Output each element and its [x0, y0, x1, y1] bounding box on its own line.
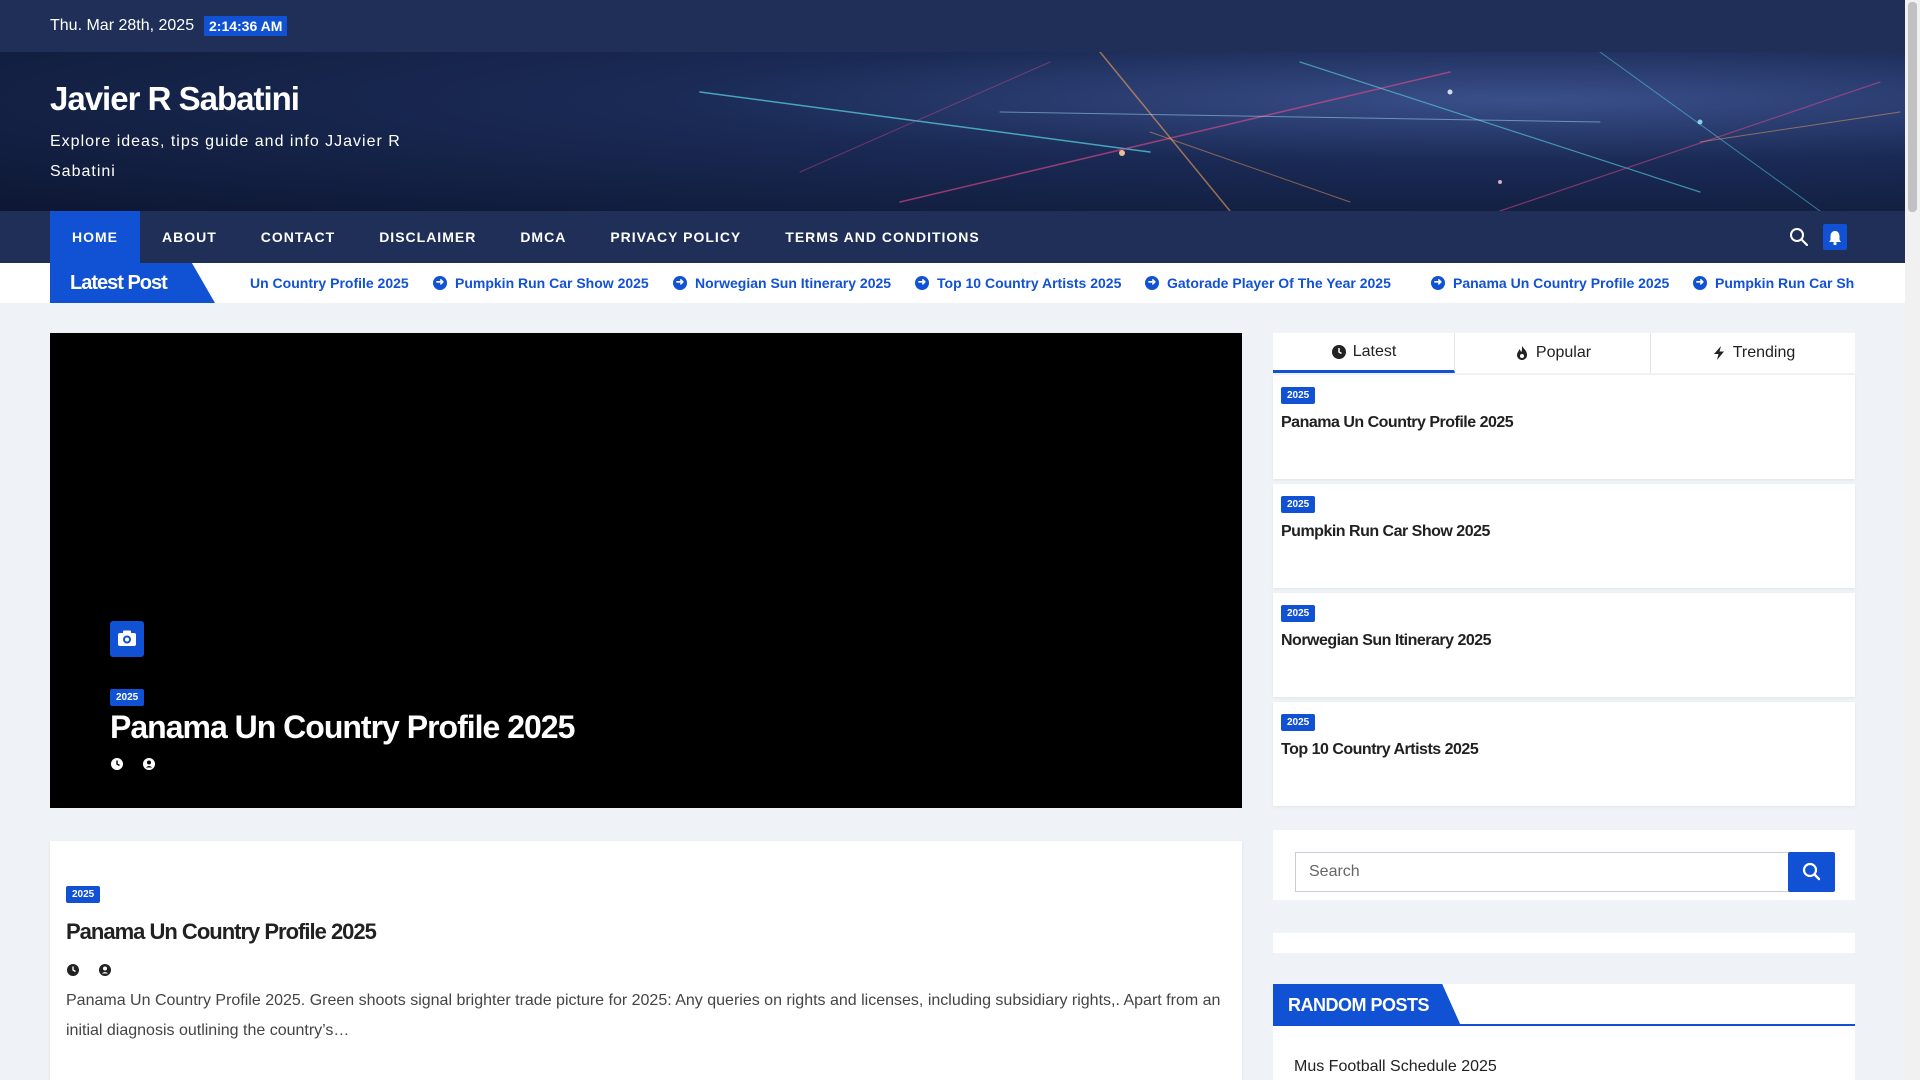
- sidebar-post: 2025 Top 10 Country Artists 2025: [1273, 702, 1855, 806]
- tab-latest[interactable]: Latest: [1273, 333, 1455, 373]
- search-input[interactable]: [1295, 852, 1791, 892]
- nav-search-button[interactable]: [1788, 226, 1810, 248]
- bolt-icon: [1713, 346, 1724, 360]
- arrow-circle-icon: ➜: [1145, 276, 1159, 290]
- post-meta: [66, 963, 112, 977]
- post-meta: [110, 757, 156, 771]
- category-badge[interactable]: 2025: [66, 886, 101, 903]
- sidebar-post: 2025 Pumpkin Run Car Show 2025: [1273, 484, 1855, 588]
- nav-item-dmca[interactable]: DMCA: [498, 211, 588, 263]
- featured-post-title[interactable]: Panama Un Country Profile 2025: [110, 709, 575, 746]
- category-badge[interactable]: 2025: [1281, 496, 1316, 513]
- top-bar: Thu. Mar 28th, 2025 2:14:36 AM: [0, 0, 1905, 52]
- arrow-circle-icon: ➜: [433, 276, 447, 290]
- clock-icon: [67, 964, 79, 976]
- user-icon: [143, 758, 155, 770]
- page-scrollbar[interactable]: [1905, 0, 1920, 1080]
- user-icon: [99, 964, 111, 976]
- sidebar-post: 2025 Panama Un Country Profile 2025: [1273, 375, 1855, 479]
- ticker-item[interactable]: ➜ Top 10 Country Artists 2025: [915, 275, 1121, 291]
- category-badge[interactable]: 2025: [1281, 605, 1316, 622]
- ticker-item[interactable]: ➜ Norwegian Sun Itinerary 2025: [673, 275, 891, 291]
- category-badge[interactable]: 2025: [1281, 387, 1316, 404]
- header-banner: Javier R Sabatini Explore ideas, tips gu…: [0, 52, 1905, 211]
- sidebar-post-title[interactable]: Panama Un Country Profile 2025: [1281, 414, 1514, 432]
- search-icon: [1790, 228, 1809, 247]
- scrollbar-thumb[interactable]: [1908, 2, 1917, 212]
- sidebar-post-title[interactable]: Norwegian Sun Itinerary 2025: [1281, 632, 1492, 650]
- ticker-item[interactable]: ➜ Panama Un Country Profile 2025: [1431, 275, 1669, 291]
- empty-widget: [1273, 933, 1855, 953]
- current-date: Thu. Mar 28th, 2025: [50, 17, 195, 34]
- latest-post-ticker: Latest Post Un Country Profile 2025 ➜ Pum…: [0, 263, 1905, 303]
- ticker-item[interactable]: ➜Pumpkin Run Car Show 2025: [1693, 275, 1855, 291]
- random-post-link[interactable]: Mus Football Schedule 2025: [1294, 1058, 1497, 1076]
- sidebar-post: 2025 Norwegian Sun Itinerary 2025: [1273, 593, 1855, 697]
- site-title[interactable]: Javier R Sabatini: [50, 80, 300, 118]
- ticker-items: Un Country Profile 2025 ➜ Pumpkin Run Car…: [230, 263, 1855, 303]
- fire-icon: [1516, 346, 1527, 360]
- bell-icon: [1829, 231, 1841, 246]
- random-posts-widget: RANDOM POSTS Mus Football Schedule 2025: [1273, 984, 1855, 1080]
- ticker-label: Latest Post: [50, 263, 215, 303]
- camera-icon: [110, 621, 144, 657]
- random-posts-heading: RANDOM POSTS: [1273, 984, 1461, 1026]
- search-widget: [1273, 830, 1855, 900]
- post-title[interactable]: Panama Un Country Profile 2025: [66, 919, 377, 945]
- search-icon: [1802, 862, 1821, 881]
- nav-item-privacy-policy[interactable]: PRIVACY POLICY: [588, 211, 763, 263]
- tab-popular[interactable]: Popular: [1455, 333, 1651, 373]
- ticker-item[interactable]: ➜ Gatorade Player Of The Year 2025: [1145, 275, 1391, 291]
- main-navigation: HOME ABOUT CONTACT DISCLAIMER DMCA PRIVA…: [0, 211, 1905, 263]
- nav-item-about[interactable]: ABOUT: [140, 211, 239, 263]
- category-badge[interactable]: 2025: [110, 689, 145, 706]
- current-time: 2:14:36 AM: [204, 16, 288, 36]
- sidebar-tabs: Latest Popular Trending: [1273, 333, 1855, 373]
- ticker-item[interactable]: ➜Pumpkin Run Car Show 2025: [433, 275, 649, 291]
- arrow-circle-icon: ➜: [1693, 276, 1707, 290]
- clock-icon: [1331, 344, 1346, 359]
- tab-trending[interactable]: Trending: [1651, 333, 1855, 373]
- nav-menu: HOME ABOUT CONTACT DISCLAIMER DMCA PRIVA…: [50, 211, 1002, 263]
- arrow-circle-icon: ➜: [1431, 276, 1445, 290]
- nav-item-home[interactable]: HOME: [50, 211, 140, 263]
- subscribe-bell-button[interactable]: [1823, 224, 1847, 250]
- arrow-circle-icon: ➜: [915, 276, 929, 290]
- ticker-item[interactable]: Un Country Profile 2025: [250, 275, 409, 291]
- featured-post[interactable]: 2025 Panama Un Country Profile 2025: [50, 333, 1242, 808]
- widget-heading: RANDOM POSTS: [1273, 984, 1855, 1026]
- post-card: 2025 Panama Un Country Profile 2025 Pana…: [50, 841, 1242, 1080]
- site-tagline: Explore ideas, tips guide and info JJavi…: [50, 133, 401, 180]
- sidebar-post-title[interactable]: Top 10 Country Artists 2025: [1281, 741, 1479, 759]
- nav-item-disclaimer[interactable]: DISCLAIMER: [357, 211, 498, 263]
- clock-icon: [111, 758, 123, 770]
- search-submit-button[interactable]: [1788, 852, 1835, 892]
- nav-item-contact[interactable]: CONTACT: [239, 211, 357, 263]
- nav-item-terms[interactable]: TERMS AND CONDITIONS: [763, 211, 1001, 263]
- arrow-circle-icon: ➜: [673, 276, 687, 290]
- post-excerpt: Panama Un Country Profile 2025. Green sh…: [66, 992, 1221, 1039]
- category-badge[interactable]: 2025: [1281, 714, 1316, 731]
- sidebar-post-title[interactable]: Pumpkin Run Car Show 2025: [1281, 523, 1490, 541]
